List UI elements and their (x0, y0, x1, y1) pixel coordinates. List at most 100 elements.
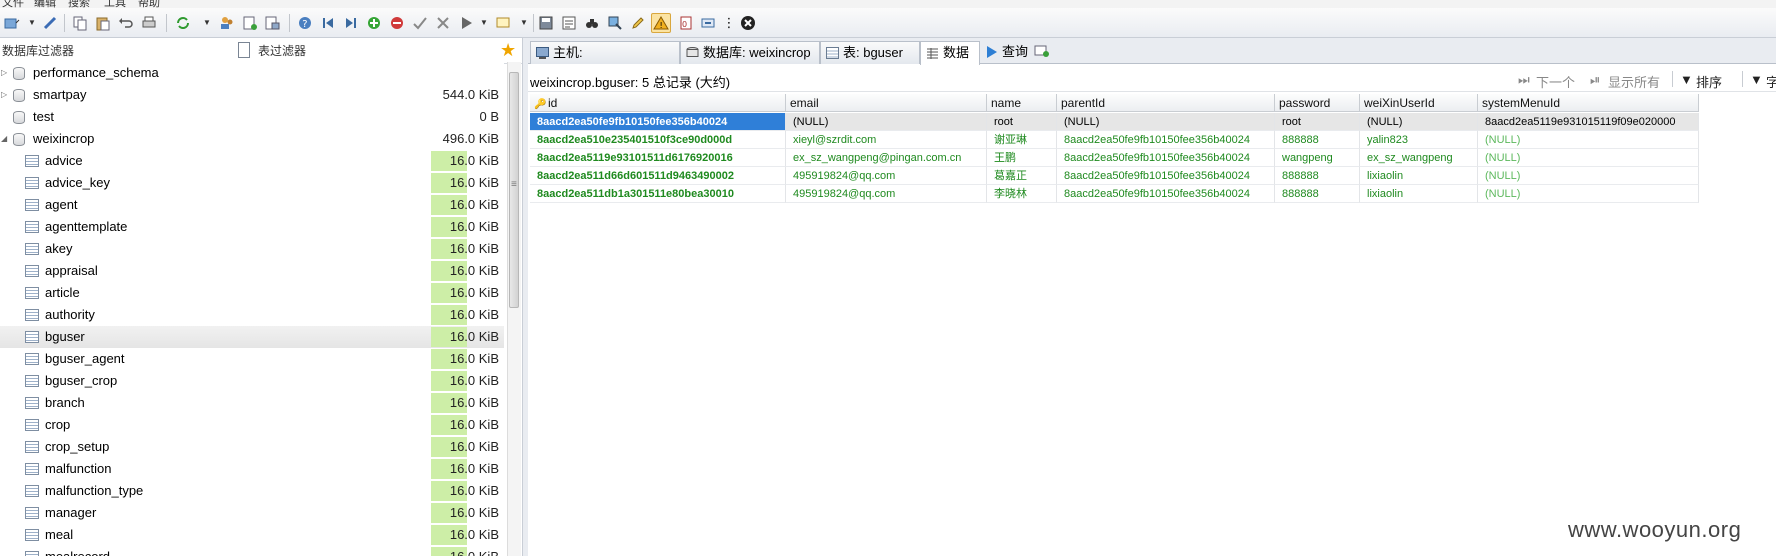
grid-cell-weixinuserid[interactable]: ex_sz_wangpeng (1360, 149, 1478, 167)
table-filter-input[interactable] (258, 44, 478, 58)
grid-cell-email[interactable]: ex_sz_wangpeng@pingan.com.cn (786, 149, 987, 167)
tree-table-item[interactable]: crop_setup 16.0 KiB (0, 436, 504, 458)
column-header-email[interactable]: email (786, 94, 987, 112)
tree-table-item[interactable]: akey 16.0 KiB (0, 238, 504, 260)
next-button[interactable]: 下一个 (1536, 72, 1575, 91)
grid-cell-email[interactable]: xieyl@szrdit.com (786, 131, 987, 149)
grid-cell-password[interactable]: 888888 (1275, 167, 1360, 185)
binoculars-icon[interactable] (584, 15, 600, 31)
tree-database-item[interactable]: test 0 B (0, 106, 504, 128)
users-icon[interactable] (219, 15, 235, 31)
run-icon[interactable] (458, 15, 474, 31)
log-icon[interactable]: 0 (678, 15, 694, 31)
grid-cell-name[interactable]: root (987, 113, 1057, 131)
grid-cell-weixinuserid[interactable]: yalin823 (1360, 131, 1478, 149)
grid-cell-email[interactable]: 495919824@qq.com (786, 185, 987, 203)
menu-search[interactable]: 搜索 (68, 0, 90, 8)
tree-table-item[interactable]: agent 16.0 KiB (0, 194, 504, 216)
tree-table-item[interactable]: manager 16.0 KiB (0, 502, 504, 524)
refresh-icon[interactable] (175, 15, 191, 31)
grid-cell-systemmenuid[interactable]: (NULL) (1478, 185, 1699, 203)
tree-table-item[interactable]: malfunction_type 16.0 KiB (0, 480, 504, 502)
tree-table-item[interactable]: meal 16.0 KiB (0, 524, 504, 546)
menu-help[interactable]: 帮助 (138, 0, 160, 8)
help-icon[interactable]: ? (297, 15, 313, 31)
tab-query[interactable]: 查询 (980, 41, 1040, 64)
table-filter[interactable] (256, 42, 478, 60)
grid-cell-weixinuserid[interactable]: lixiaolin (1360, 185, 1478, 203)
show-all-button[interactable]: 显示所有 (1608, 72, 1660, 91)
database-filter-input[interactable] (2, 44, 222, 58)
run-dropdown-icon[interactable]: ▼ (480, 15, 488, 31)
tree-scrollbar-thumb[interactable] (509, 72, 519, 308)
menu-file[interactable]: 文件 (2, 0, 24, 8)
column-header-name[interactable]: name (987, 94, 1057, 112)
tree-database-item[interactable]: ◢ weixincrop 496.0 KiB (0, 128, 504, 150)
grid-cell-password[interactable]: root (1275, 113, 1360, 131)
star-icon[interactable]: ★ (500, 41, 516, 59)
refresh-dropdown-icon[interactable]: ▼ (203, 15, 211, 31)
grid-cell-systemmenuid[interactable]: 8aacd2ea5119e931015119f09e020000 (1478, 113, 1699, 131)
more-icon[interactable]: ⋮ (721, 15, 737, 31)
edit-icon[interactable] (630, 15, 646, 31)
table-export-icon[interactable] (242, 15, 258, 31)
grid-cell-name[interactable]: 葛嘉正 (987, 167, 1057, 185)
grid-cell-name[interactable]: 王鹏 (987, 149, 1057, 167)
first-record-icon[interactable] (320, 15, 336, 31)
column-header-weixinuserid[interactable]: weiXinUserId (1360, 94, 1478, 112)
grid-cell-parentid[interactable]: 8aacd2ea50fe9fb10150fee356b40024 (1057, 131, 1275, 149)
tab-database[interactable]: 数据库: weixincrop (680, 41, 820, 64)
tab-host[interactable]: 主机: 220.231.153.66 (530, 41, 680, 82)
grid-cell-id[interactable]: 8aacd2ea511db1a301511e80bea30010 (530, 185, 786, 203)
grid-cell-parentid[interactable]: 8aacd2ea50fe9fb10150fee356b40024 (1057, 149, 1275, 167)
column-header-systemmenuid[interactable]: systemMenuId (1478, 94, 1699, 112)
grid-cell-email[interactable]: 495919824@qq.com (786, 167, 987, 185)
chevron-down-icon[interactable]: ▼ (28, 15, 36, 31)
tree-database-item[interactable]: ▷ performance_schema (0, 62, 504, 84)
grid-cell-password[interactable]: 888888 (1275, 185, 1360, 203)
tree-table-item[interactable]: bguser_crop 16.0 KiB (0, 370, 504, 392)
tree-table-item[interactable]: agenttemplate 16.0 KiB (0, 216, 504, 238)
column-header-parentid[interactable]: parentId (1057, 94, 1275, 112)
grid-cell-name[interactable]: 谢亚琳 (987, 131, 1057, 149)
grid-cell-name[interactable]: 李晓林 (987, 185, 1057, 203)
grid-cell-id[interactable]: 8aacd2ea5119e93101511d6176920016 (530, 149, 786, 167)
tree-table-item[interactable]: mealrecord 16.0 KiB (0, 546, 504, 556)
grid-cell-parentid[interactable]: (NULL) (1057, 113, 1275, 131)
paste-icon[interactable] (95, 15, 111, 31)
tree-table-item[interactable]: bguser 16.0 KiB (0, 326, 504, 348)
warning-toggle-icon[interactable]: ! (651, 13, 671, 33)
tree-expand-icon[interactable]: ▷ (1, 62, 9, 84)
tree-table-item[interactable]: malfunction 16.0 KiB (0, 458, 504, 480)
grid-cell-parentid[interactable]: 8aacd2ea50fe9fb10150fee356b40024 (1057, 167, 1275, 185)
grid-cell-password[interactable]: wangpeng (1275, 149, 1360, 167)
grid-cell-id[interactable]: 8aacd2ea50fe9fb10150fee356b40024 (530, 113, 786, 131)
disconnect-icon[interactable] (740, 15, 756, 31)
grid-cell-systemmenuid[interactable]: (NULL) (1478, 149, 1699, 167)
table-import-icon[interactable] (264, 15, 280, 31)
tree-table-item[interactable]: advice 16.0 KiB (0, 150, 504, 172)
apply-icon[interactable] (412, 15, 428, 31)
grid-cell-systemmenuid[interactable]: (NULL) (1478, 131, 1699, 149)
pane-splitter[interactable] (522, 38, 528, 556)
explain-dropdown-icon[interactable]: ▼ (520, 15, 528, 31)
plug-icon[interactable] (42, 15, 58, 31)
undo-icon[interactable] (118, 15, 134, 31)
grid-cell-parentid[interactable]: 8aacd2ea50fe9fb10150fee356b40024 (1057, 185, 1275, 203)
tree-database-item[interactable]: ▷ smartpay 544.0 KiB (0, 84, 504, 106)
delete-row-icon[interactable] (389, 15, 405, 31)
tree-table-item[interactable]: crop 16.0 KiB (0, 414, 504, 436)
grid-cell-systemmenuid[interactable]: (NULL) (1478, 167, 1699, 185)
copy-icon[interactable] (72, 15, 88, 31)
grid-cell-password[interactable]: 888888 (1275, 131, 1360, 149)
load-sql-icon[interactable] (561, 15, 577, 31)
sql-help-icon[interactable] (607, 15, 623, 31)
tab-table[interactable]: 表: bguser (820, 41, 920, 64)
grid-cell-id[interactable]: 8aacd2ea510e235401510f3ce90d000d (530, 131, 786, 149)
tab-data[interactable]: 数据 (920, 41, 980, 65)
tree-table-item[interactable]: article 16.0 KiB (0, 282, 504, 304)
grid-cell-email[interactable]: (NULL) (786, 113, 987, 131)
tree-table-item[interactable]: branch 16.0 KiB (0, 392, 504, 414)
print-icon[interactable] (141, 15, 157, 31)
grid-cell-weixinuserid[interactable]: (NULL) (1360, 113, 1478, 131)
